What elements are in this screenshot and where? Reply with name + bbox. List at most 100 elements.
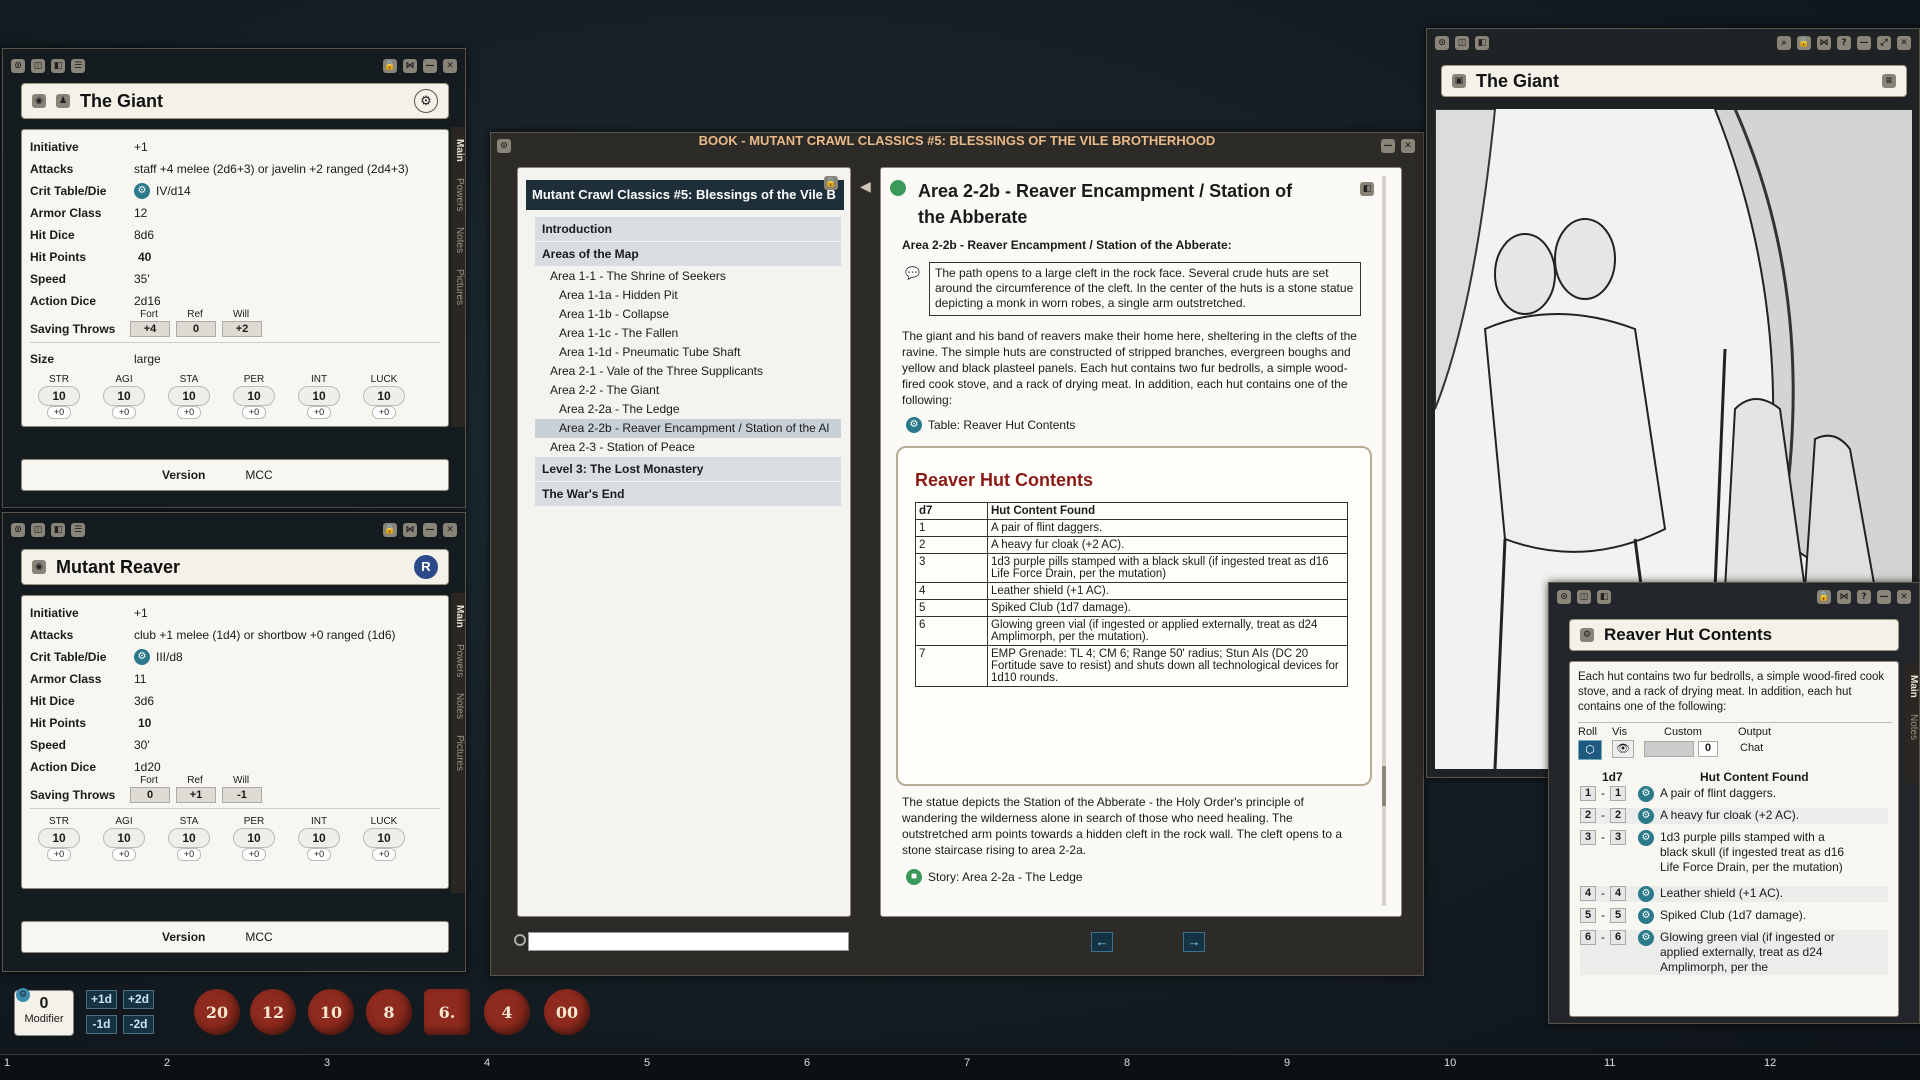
ability-score[interactable]: 10 xyxy=(363,386,405,406)
stat-value[interactable]: 10 xyxy=(138,716,151,730)
result-link-icon[interactable]: ⚙ xyxy=(1638,930,1654,946)
page-status-icon[interactable] xyxy=(890,180,906,196)
chat-icon[interactable]: ☰ xyxy=(71,59,85,73)
d6-die[interactable]: 6. xyxy=(420,985,474,1039)
search-input[interactable] xyxy=(528,932,849,951)
table-icon[interactable]: ⚙ xyxy=(1580,628,1594,642)
stat-value[interactable]: 3d6 xyxy=(134,694,154,708)
ability-score[interactable]: 10 xyxy=(103,828,145,848)
d00-die[interactable]: 00 xyxy=(540,985,594,1039)
hotbar-slot[interactable]: 8 xyxy=(1124,1057,1130,1069)
tab-main[interactable]: Main xyxy=(451,599,465,634)
save-value[interactable]: -1 xyxy=(222,787,262,803)
ability-sta[interactable]: STA 10 +0 xyxy=(166,816,212,861)
tab-main[interactable]: Main xyxy=(1905,669,1919,704)
version-value[interactable]: MCC xyxy=(245,930,272,944)
result-link-icon[interactable]: ⚙ xyxy=(1638,830,1654,846)
close-icon[interactable]: ✕ xyxy=(1401,139,1415,153)
tab-powers[interactable]: Powers xyxy=(451,172,465,217)
minimize-icon[interactable]: — xyxy=(423,523,437,537)
share-icon[interactable]: ⋈ xyxy=(403,59,417,73)
search-icon[interactable] xyxy=(514,934,526,946)
close-icon[interactable]: ✕ xyxy=(1897,36,1911,50)
d8-die[interactable]: 8 xyxy=(362,985,416,1039)
tab-notes[interactable]: Notes xyxy=(1905,708,1919,746)
copy-icon[interactable]: ◧ xyxy=(51,523,65,537)
help-icon[interactable]: ? xyxy=(1857,590,1871,604)
zoom-icon[interactable]: ⌕ xyxy=(1777,36,1791,50)
plus-2d-button[interactable]: +2d xyxy=(123,990,154,1009)
toc-item[interactable]: Area 2-2 - The Giant xyxy=(535,381,841,400)
link-icon[interactable]: ⊙ xyxy=(1435,36,1449,50)
pin-icon[interactable]: ◫ xyxy=(31,59,45,73)
ability-score[interactable]: 10 xyxy=(298,386,340,406)
tab-main[interactable]: Main xyxy=(451,133,465,168)
range-to[interactable]: 5 xyxy=(1610,908,1626,923)
minus-2d-button[interactable]: -2d xyxy=(123,1015,154,1034)
minimize-icon[interactable]: — xyxy=(1381,139,1395,153)
output-value[interactable]: Chat xyxy=(1740,742,1763,754)
ability-int[interactable]: INT 10 +0 xyxy=(296,816,342,861)
stat-value[interactable]: club +1 melee (1d4) or shortbow +0 range… xyxy=(134,628,396,642)
token-icon[interactable]: ◉ xyxy=(32,560,46,574)
ability-str[interactable]: STR 10 +0 xyxy=(36,374,82,419)
share-icon[interactable]: ⋈ xyxy=(1837,590,1851,604)
stat-value[interactable]: +1 xyxy=(134,606,148,620)
toc-item[interactable]: Area 2-2a - The Ledge xyxy=(535,400,841,419)
stat-value[interactable]: 1d20 xyxy=(134,760,161,774)
hotbar-slot[interactable]: 1 xyxy=(4,1057,10,1069)
result-link-icon[interactable]: ⚙ xyxy=(1638,886,1654,902)
ability-per[interactable]: PER 10 +0 xyxy=(231,816,277,861)
roll-button[interactable]: ⬡ xyxy=(1578,740,1602,760)
hut-row[interactable]: 3-3 ⚙ 1d3 purple pills stamped with a blac… xyxy=(1580,830,1888,875)
ability-sta[interactable]: STA 10 +0 xyxy=(166,374,212,419)
hotbar-slot[interactable]: 12 xyxy=(1764,1057,1776,1069)
ability-int[interactable]: INT 10 +0 xyxy=(296,374,342,419)
token-icon[interactable]: ◉ xyxy=(32,94,46,108)
ability-agi[interactable]: AGI 10 +0 xyxy=(101,816,147,861)
hotbar-slot[interactable]: 10 xyxy=(1444,1057,1456,1069)
ability-score[interactable]: 10 xyxy=(233,828,275,848)
ability-score[interactable]: 10 xyxy=(363,828,405,848)
hut-row[interactable]: 6-6 ⚙ Glowing green vial (if ingested or a… xyxy=(1580,930,1888,975)
hut-titlebar[interactable]: ⊙ ◫ ◧ 🔒 ⋈ ? — ✕ xyxy=(1549,583,1919,611)
stat-value[interactable]: 12 xyxy=(134,206,147,220)
image-titlebar[interactable]: ⊙ ◫ ◧ ⌕ 🔒 ⋈ ? — ⤢ ✕ xyxy=(1427,29,1919,57)
toc-item[interactable]: Level 3: The Lost Monastery xyxy=(535,457,841,482)
range-from[interactable]: 2 xyxy=(1580,808,1596,823)
link-icon[interactable]: ⊙ xyxy=(11,59,25,73)
lock-icon[interactable]: 🔒 xyxy=(1817,590,1831,604)
hut-row[interactable]: 4-4 ⚙ Leather shield (+1 AC). xyxy=(1580,886,1888,902)
hotbar-slot[interactable]: 6 xyxy=(804,1057,810,1069)
range-from[interactable]: 1 xyxy=(1580,786,1596,801)
result-link-icon[interactable]: ⚙ xyxy=(1638,786,1654,802)
range-to[interactable]: 4 xyxy=(1610,886,1626,901)
toc-item[interactable]: Area 1-1a - Hidden Pit xyxy=(535,286,841,305)
hotbar-slot[interactable]: 5 xyxy=(644,1057,650,1069)
toc-item[interactable]: Area 1-1c - The Fallen xyxy=(535,324,841,343)
hut-row[interactable]: 1-1 ⚙ A pair of flint daggers. xyxy=(1580,786,1888,802)
version-value[interactable]: MCC xyxy=(245,468,272,482)
range-from[interactable]: 6 xyxy=(1580,930,1596,945)
page-scrollbar[interactable] xyxy=(1382,176,1386,906)
link-icon[interactable]: ⊙ xyxy=(497,139,511,153)
save-value[interactable]: 0 xyxy=(130,787,170,803)
toc-item[interactable]: Area 1-1d - Pneumatic Tube Shaft xyxy=(535,343,841,362)
tab-notes[interactable]: Notes xyxy=(451,687,465,725)
stat-value[interactable]: staff +4 melee (2d6+3) or javelin +2 ran… xyxy=(134,162,409,176)
reaver-sheet-titlebar[interactable]: ⊙ ◫ ◧ ☰ 🔒 ⋈ — ✕ xyxy=(3,513,465,547)
ability-score[interactable]: 10 xyxy=(233,386,275,406)
close-icon[interactable]: ✕ xyxy=(1897,590,1911,604)
toc-item[interactable]: Introduction xyxy=(535,217,841,242)
collapse-toc-icon[interactable]: ◀ xyxy=(860,178,871,195)
hut-row[interactable]: 5-5 ⚙ Spiked Club (1d7 damage). xyxy=(1580,908,1888,924)
stat-value[interactable]: 40 xyxy=(138,250,151,264)
ability-str[interactable]: STR 10 +0 xyxy=(36,816,82,861)
close-icon[interactable]: ✕ xyxy=(443,523,457,537)
range-from[interactable]: 3 xyxy=(1580,830,1596,845)
pin-icon[interactable]: ◫ xyxy=(1455,36,1469,50)
range-to[interactable]: 2 xyxy=(1610,808,1626,823)
lock-icon[interactable]: 🔒 xyxy=(824,176,838,190)
range-from[interactable]: 4 xyxy=(1580,886,1596,901)
copy-icon[interactable]: ◧ xyxy=(1475,36,1489,50)
